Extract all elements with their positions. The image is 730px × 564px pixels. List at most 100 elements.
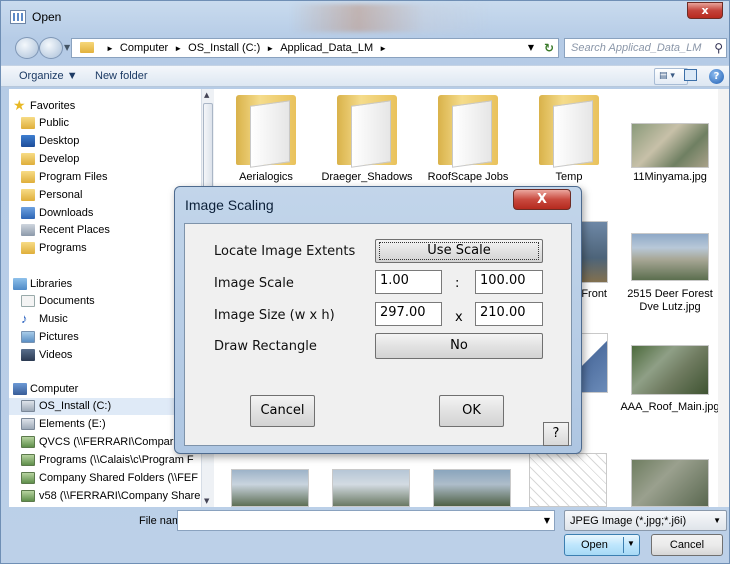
scroll-down-icon[interactable]: ▼ (204, 497, 209, 505)
drive-icon (21, 418, 35, 430)
image-scaling-dialog: Image Scaling X Locate Image Extents Use… (174, 186, 582, 454)
documents-icon (21, 295, 35, 307)
window-close-button[interactable]: x (687, 2, 723, 19)
dialog-ok-button[interactable]: OK (439, 395, 504, 427)
videos-icon (21, 349, 35, 361)
folder-icon (539, 95, 599, 165)
title-bar: Open x (1, 1, 729, 32)
network-drive-icon (21, 490, 35, 502)
breadcrumb-computer[interactable]: Computer (120, 42, 168, 54)
nav-item-develop[interactable]: Develop (9, 151, 205, 168)
folder-icon (236, 95, 296, 165)
image-thumbnail[interactable] (578, 221, 608, 283)
chevron-right-icon[interactable]: ► (379, 44, 387, 53)
search-icon[interactable]: ⚲ (714, 41, 723, 55)
dialog-close-button[interactable]: X (513, 189, 571, 210)
image-thumbnail[interactable] (332, 469, 410, 507)
nav-item-programs-calais[interactable]: Programs (\\Calais\c\Program F (9, 452, 205, 469)
image-size-label: Image Size (w x h) (214, 308, 335, 323)
image-item[interactable]: 2515 Deer Forest Dve Lutz.jpg (620, 209, 720, 319)
folder-item[interactable]: Aerialogics (216, 95, 316, 190)
height-input[interactable]: 210.00 (475, 302, 543, 326)
draw-rectangle-toggle[interactable]: No (375, 333, 543, 359)
nav-label: Personal (39, 189, 83, 201)
back-button[interactable] (15, 37, 39, 59)
file-type-select[interactable]: JPEG Image (*.jpg;*.j6i) ▼ (564, 510, 727, 531)
nav-label: Programs (39, 242, 87, 254)
network-drive-icon (21, 472, 35, 484)
image-item[interactable]: AAA_Roof_Main.jpg (620, 329, 720, 429)
desktop-icon (21, 135, 35, 147)
image-thumbnail[interactable] (578, 333, 608, 393)
organize-menu[interactable]: Organize ▼ (19, 70, 78, 82)
item-label: 11Minyama.jpg (633, 171, 707, 183)
content-scrollbar[interactable] (718, 89, 729, 507)
downloads-icon (21, 207, 35, 219)
new-folder-button[interactable]: New folder (95, 70, 148, 82)
scroll-up-icon[interactable]: ▲ (204, 91, 209, 99)
file-name-input[interactable]: ▼ (177, 510, 555, 531)
image-thumbnail[interactable] (631, 459, 709, 507)
image-thumbnail (631, 123, 709, 168)
nav-item-desktop[interactable]: Desktop (9, 133, 205, 150)
scale-separator: : (455, 276, 460, 291)
image-thumbnail (631, 345, 709, 395)
nav-label: Company Shared Folders (\\FEF (39, 472, 198, 484)
nav-label: Documents (39, 295, 95, 307)
search-box[interactable]: Search Applicad_Data_LM ⚲ (564, 38, 727, 58)
music-icon: ♪ (21, 311, 28, 326)
scale-numerator-input[interactable]: 1.00 (375, 270, 442, 294)
folder-icon (337, 95, 397, 165)
use-scale-button[interactable]: Use Scale (375, 239, 543, 263)
forward-button[interactable] (39, 37, 63, 59)
recent-locations-icon[interactable]: ▼ (64, 43, 70, 52)
cancel-button[interactable]: Cancel (651, 534, 723, 556)
folder-icon (21, 117, 35, 129)
image-item[interactable]: 11Minyama.jpg (620, 95, 720, 190)
folder-item[interactable]: Draeger_Shadows (317, 95, 417, 190)
chevron-right-icon[interactable]: ► (174, 44, 182, 53)
nav-item-company-shared[interactable]: Company Shared Folders (\\FEF (9, 470, 205, 487)
pictures-icon (21, 331, 35, 343)
nav-label: Downloads (39, 207, 94, 219)
nav-label: Elements (E:) (39, 418, 106, 430)
image-thumbnail[interactable] (231, 469, 309, 507)
refresh-icon[interactable]: ↻ (544, 41, 554, 55)
view-icon: ▤ ▾ (659, 71, 675, 81)
search-input[interactable]: Search Applicad_Data_LM (571, 42, 701, 54)
chevron-right-icon[interactable]: ► (266, 44, 274, 53)
item-label: AAA_Roof_Main.jpg (620, 401, 720, 413)
dialog-title: Image Scaling (185, 197, 274, 213)
preview-pane-button[interactable] (682, 68, 700, 85)
nav-label: QVCS (\\FERRARI\Compar (39, 436, 174, 448)
scale-denominator-input[interactable]: 100.00 (475, 270, 543, 294)
image-scale-label: Image Scale (214, 276, 294, 291)
size-separator: x (455, 310, 463, 325)
folder-item[interactable]: Temp (519, 95, 619, 190)
dialog-cancel-button[interactable]: Cancel (250, 395, 315, 427)
open-dialog-icon (10, 10, 26, 24)
image-thumbnail[interactable] (433, 469, 511, 507)
nav-label: Public (39, 117, 69, 129)
help-icon[interactable]: ? (709, 69, 724, 84)
open-button[interactable]: Open ▼ (564, 534, 640, 556)
address-bar[interactable]: ► Computer ► OS_Install (C:) ► Applicad_Data_… (71, 38, 559, 58)
width-input[interactable]: 297.00 (375, 302, 442, 326)
nav-label: Programs (\\Calais\c\Program F (39, 454, 194, 466)
open-button-label: Open (581, 539, 608, 551)
breadcrumb-os-install[interactable]: OS_Install (C:) (188, 42, 260, 54)
breadcrumb-applicad[interactable]: Applicad_Data_LM (280, 42, 373, 54)
nav-favorites[interactable]: ★ Favorites (9, 98, 205, 115)
folder-icon (80, 42, 94, 53)
recent-places-icon (21, 224, 35, 236)
image-thumbnail[interactable] (529, 453, 607, 507)
chevron-down-icon[interactable]: ▼ (544, 516, 550, 525)
folder-item[interactable]: RoofScape Jobs (418, 95, 518, 190)
chevron-down-icon: ▼ (713, 516, 721, 525)
nav-item-v58[interactable]: v58 (\\FERRARI\Company Share (9, 488, 205, 505)
address-dropdown-icon[interactable]: ▼ (528, 43, 534, 52)
nav-item-public[interactable]: Public (9, 115, 205, 132)
nav-item-program-files[interactable]: Program Files (9, 169, 205, 186)
dialog-help-button[interactable]: ? (543, 422, 569, 446)
open-options-icon[interactable]: ▼ (627, 539, 635, 548)
